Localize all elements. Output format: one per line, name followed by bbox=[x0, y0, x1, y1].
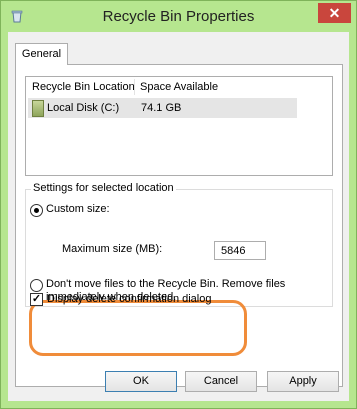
dialog-client-area: General Recycle Bin Location Space Avail… bbox=[8, 32, 349, 401]
max-size-input[interactable]: 5846 bbox=[214, 241, 266, 260]
recycle-bin-properties-window: Recycle Bin Properties ✕ General Recycle… bbox=[0, 0, 357, 409]
custom-size-radio[interactable] bbox=[30, 204, 43, 217]
column-header-location[interactable]: Recycle Bin Location bbox=[32, 81, 135, 93]
drive-icon bbox=[32, 100, 44, 117]
column-divider[interactable] bbox=[134, 79, 135, 95]
settings-group-label: Settings for selected location bbox=[31, 182, 176, 194]
column-header-space[interactable]: Space Available bbox=[140, 81, 218, 93]
settings-group: Settings for selected location Custom si… bbox=[25, 182, 333, 307]
space-cell: 74.1 GB bbox=[141, 102, 182, 114]
confirm-dialog-checkbox[interactable]: ✓ bbox=[30, 293, 43, 306]
tab-general[interactable]: General bbox=[15, 43, 68, 65]
ok-button[interactable]: OK bbox=[105, 371, 177, 392]
apply-button[interactable]: Apply bbox=[267, 371, 339, 392]
location-cell: Local Disk (C:) bbox=[47, 102, 120, 114]
dont-move-radio[interactable] bbox=[30, 279, 43, 292]
confirm-dialog-label: Display delete confirmation dialog bbox=[47, 293, 212, 305]
window-title: Recycle Bin Properties bbox=[102, 8, 255, 25]
orange-highlight-outline bbox=[29, 300, 247, 356]
list-header: Recycle Bin Location Space Available bbox=[26, 77, 332, 97]
dont-move-label-line1: Don't move files to the Recycle Bin. Rem… bbox=[46, 278, 286, 290]
close-button[interactable]: ✕ bbox=[318, 3, 351, 23]
cancel-button[interactable]: Cancel bbox=[185, 371, 257, 392]
recycle-bin-location-list[interactable]: Recycle Bin Location Space Available Loc… bbox=[25, 76, 333, 176]
custom-size-label: Custom size: bbox=[46, 203, 110, 215]
title-bar[interactable]: Recycle Bin Properties ✕ bbox=[1, 1, 356, 31]
close-icon: ✕ bbox=[328, 5, 341, 21]
list-item[interactable]: Local Disk (C:) 74.1 GB bbox=[28, 98, 297, 118]
max-size-label: Maximum size (MB): bbox=[62, 243, 163, 255]
